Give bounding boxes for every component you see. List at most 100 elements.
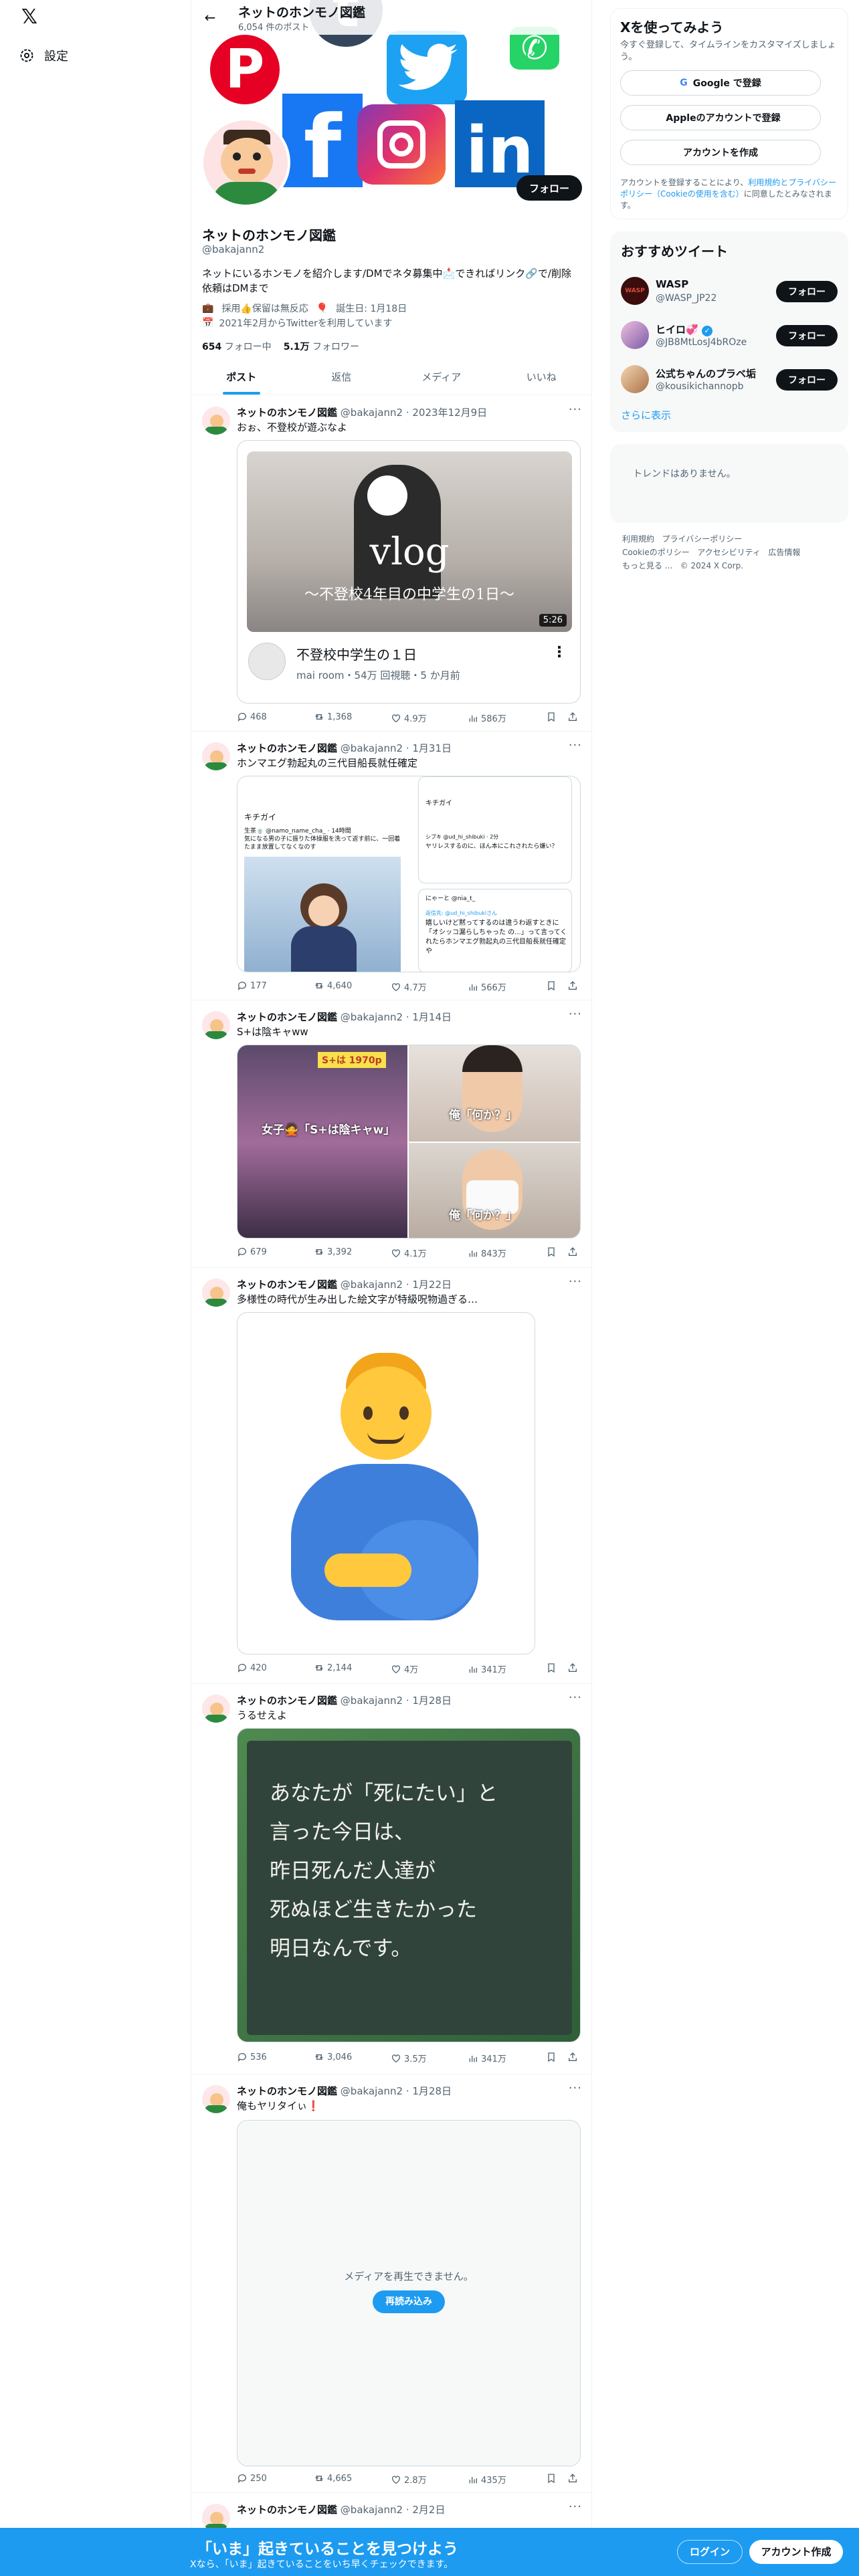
share-button[interactable]	[567, 2052, 578, 2062]
tweet-date[interactable]: 2023年12月9日	[412, 407, 487, 419]
reply-button[interactable]: 177	[237, 980, 267, 991]
user-name[interactable]: 公式ちゃんのプラベ垢	[656, 366, 756, 381]
recommend-user[interactable]: 公式ちゃんのプラベ垢 @kousikichannopb フォロー	[610, 358, 848, 401]
reload-button[interactable]: 再読み込み	[373, 2290, 445, 2313]
show-more-link[interactable]: さらに表示	[621, 408, 671, 422]
retweet-button[interactable]: 3,046	[314, 2052, 352, 2062]
tweet-date[interactable]: 1月14日	[412, 1011, 452, 1023]
footer-link[interactable]: もっと見る ...	[622, 561, 672, 570]
tweet-media-grid[interactable]: キチガイ 生茶🍵 @namo_name_cha_ · 14時間 気になる男の子に…	[237, 776, 581, 972]
reply-button[interactable]: 536	[237, 2052, 267, 2062]
tweet-media-grid[interactable]: S+は 1970p 女子🙅「S+は陰キャw」 俺「何か？」 俺「何か？」	[237, 1045, 581, 1239]
bookmark-button[interactable]	[546, 1247, 557, 1257]
views-button[interactable]: 586万	[468, 712, 506, 724]
bookmark-button[interactable]	[546, 2052, 557, 2062]
tweet-author-name[interactable]: ネットのホンモノ図鑑	[237, 1695, 337, 1707]
views-button[interactable]: 843万	[468, 1247, 506, 1259]
like-button[interactable]: 3.5万	[391, 2052, 427, 2064]
more-icon[interactable]: ···	[569, 403, 582, 417]
share-button[interactable]	[567, 2473, 578, 2484]
channel-avatar[interactable]	[248, 643, 286, 680]
tweet-author-name[interactable]: ネットのホンモノ図鑑	[237, 2085, 337, 2097]
tweet-author-name[interactable]: ネットのホンモノ図鑑	[237, 2504, 337, 2516]
views-button[interactable]: 435万	[468, 2473, 506, 2486]
like-button[interactable]: 2.8万	[391, 2473, 427, 2486]
tab-media[interactable]: メディア	[391, 360, 492, 395]
tweet-handle[interactable]: @bakajann2	[341, 407, 403, 419]
login-button[interactable]: ログイン	[677, 2540, 743, 2564]
footer-link[interactable]: 広告情報	[768, 548, 800, 557]
video-thumbnail[interactable]: vlog 〜不登校4年目の中学生の1日〜 5:26	[247, 451, 572, 632]
share-button[interactable]	[567, 712, 578, 722]
google-signup-button[interactable]: G Google で登録	[620, 70, 821, 96]
user-avatar[interactable]	[621, 321, 649, 349]
nav-settings[interactable]: 設定	[19, 47, 68, 64]
reply-button[interactable]: 250	[237, 2473, 267, 2484]
tweet-date[interactable]: 1月28日	[412, 1695, 452, 1707]
tweet-image[interactable]: S+は 1970p 女子🙅「S+は陰キャw」	[237, 1045, 407, 1238]
views-button[interactable]: 341万	[468, 1662, 506, 1675]
tweet[interactable]: ネットのホンモノ図鑑 @bakajann2 · 1月28日 ··· 俺もヤリタイ…	[191, 2074, 591, 2493]
tweet-image[interactable]: 俺「何か？」	[409, 1045, 580, 1142]
bookmark-button[interactable]	[546, 2473, 557, 2484]
like-button[interactable]: 4.9万	[391, 712, 427, 724]
retweet-button[interactable]: 4,640	[314, 980, 352, 991]
views-button[interactable]: 341万	[468, 2052, 506, 2064]
tweet[interactable]: ネットのホンモノ図鑑 @bakajann2 · 1月31日 ··· ホンマエグ勃…	[191, 732, 591, 1000]
tweet-image[interactable]: キチガイ シブキ @ud_hi_shibuki · 2分 ヤリレスするのに、ほん…	[409, 776, 580, 972]
tweet-handle[interactable]: @bakajann2	[341, 2504, 403, 2516]
like-button[interactable]: 4万	[391, 1662, 418, 1675]
share-button[interactable]	[567, 1662, 578, 1673]
tweet-handle[interactable]: @bakajann2	[341, 1695, 403, 1707]
tweet-image[interactable]	[237, 1312, 535, 1654]
user-handle[interactable]: @JB8MtLosJ4bROze	[656, 337, 747, 348]
tweet-date[interactable]: 1月22日	[412, 1279, 452, 1291]
tab-posts[interactable]: ポスト	[191, 360, 292, 395]
tweet[interactable]: ネットのホンモノ図鑑 @bakajann2 · 1月22日 ··· 多様性の時代…	[191, 1268, 591, 1684]
tweet[interactable]: ネットのホンモノ図鑑 @bakajann2 · 1月28日 ··· うるせえよ …	[191, 1684, 591, 2074]
tweet-author-name[interactable]: ネットのホンモノ図鑑	[237, 742, 337, 754]
footer-link[interactable]: プライバシーポリシー	[662, 534, 742, 544]
more-icon[interactable]: ···	[569, 1007, 582, 1021]
tweet-handle[interactable]: @bakajann2	[341, 742, 403, 754]
user-handle[interactable]: @kousikichannopb	[656, 381, 743, 392]
reply-button[interactable]: 420	[237, 1662, 267, 1673]
tweet-date[interactable]: 1月28日	[412, 2085, 452, 2097]
more-icon[interactable]: ···	[569, 738, 582, 752]
more-icon[interactable]: ···	[569, 2081, 582, 2095]
tweet-avatar[interactable]	[202, 2085, 230, 2113]
tweet[interactable]: ネットのホンモノ図鑑 @bakajann2 · 2023年12月9日 ··· お…	[191, 396, 591, 732]
footer-link[interactable]: アクセシビリティ	[697, 548, 761, 557]
video-menu-icon[interactable]: ⋮	[552, 644, 567, 661]
profile-avatar[interactable]	[201, 118, 290, 207]
tweet-image[interactable]: キチガイ 生茶🍵 @namo_name_cha_ · 14時間 気になる男の子に…	[237, 776, 407, 972]
retweet-button[interactable]: 2,144	[314, 1662, 352, 1673]
share-button[interactable]	[567, 1247, 578, 1257]
reply-button[interactable]: 679	[237, 1247, 267, 1257]
bookmark-button[interactable]	[546, 712, 557, 722]
more-icon[interactable]: ···	[569, 1691, 582, 1705]
reply-button[interactable]: 468	[237, 712, 267, 722]
more-icon[interactable]: ···	[569, 2500, 582, 2514]
retweet-button[interactable]: 3,392	[314, 1247, 352, 1257]
tweet[interactable]: ネットのホンモノ図鑑 @bakajann2 · 1月14日 ··· S+は陰キャ…	[191, 1000, 591, 1268]
video-title[interactable]: 不登校中学生の１日	[296, 644, 417, 663]
tweet-handle[interactable]: @bakajann2	[341, 1011, 403, 1023]
more-icon[interactable]: ···	[569, 1275, 582, 1289]
followers-link[interactable]: 5.1万 フォロワー	[284, 340, 359, 353]
user-name[interactable]: ヒイロ💞 ✓	[656, 322, 712, 336]
follow-button[interactable]: フォロー	[776, 281, 838, 302]
bookmark-button[interactable]	[546, 1662, 557, 1673]
tweet-avatar[interactable]	[202, 407, 230, 435]
like-button[interactable]: 4.7万	[391, 980, 427, 993]
retweet-button[interactable]: 1,368	[314, 712, 352, 722]
footer-link[interactable]: Cookieのポリシー	[622, 548, 690, 557]
tweet-avatar[interactable]	[202, 742, 230, 770]
user-avatar[interactable]: WASP	[621, 277, 649, 305]
tweet-avatar[interactable]	[202, 1279, 230, 1307]
tweet-date[interactable]: 1月31日	[412, 742, 452, 754]
following-link[interactable]: 654 フォロー中	[202, 340, 272, 353]
user-name[interactable]: WASP	[656, 278, 688, 290]
tweet-date[interactable]: 2月2日	[412, 2504, 445, 2516]
follow-button[interactable]: フォロー	[776, 325, 838, 346]
